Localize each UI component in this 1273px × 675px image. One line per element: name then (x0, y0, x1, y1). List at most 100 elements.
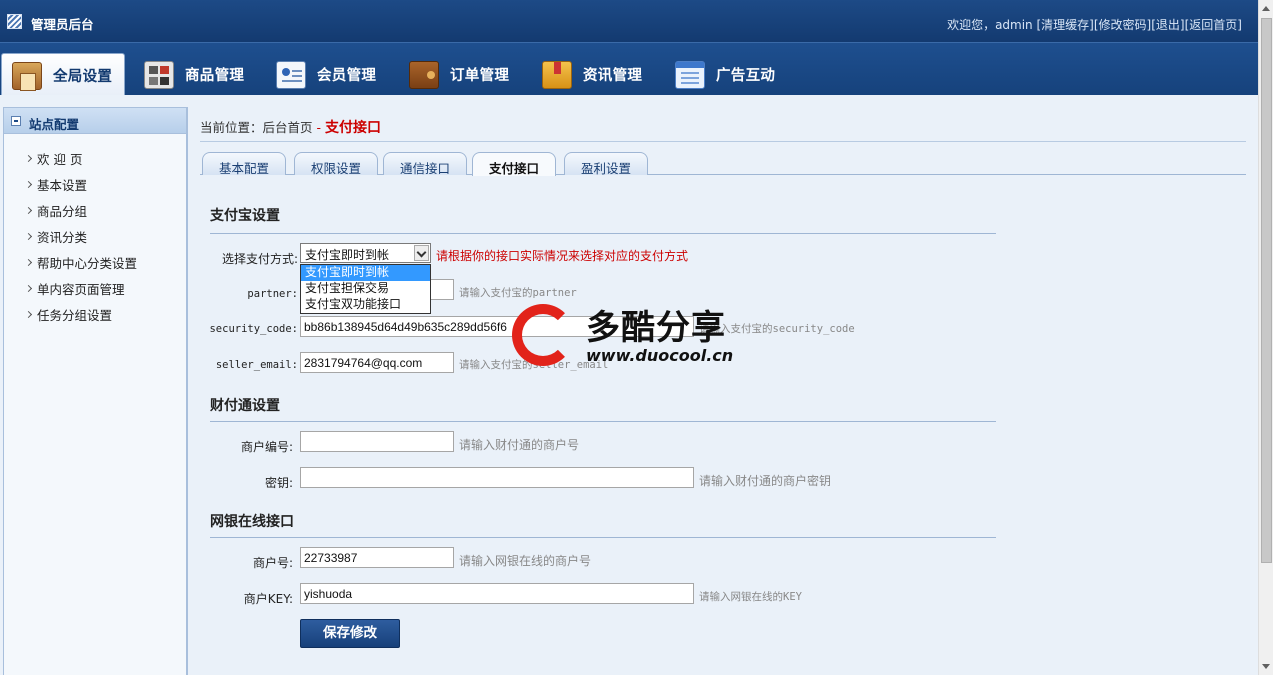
system-title: 管理员后台 (31, 17, 94, 32)
nav-ads[interactable]: 广告互动 (665, 53, 793, 96)
watermark: 多酷分享 www.duocool.cn (512, 300, 762, 370)
tenpay-merchant-input[interactable] (300, 431, 454, 452)
watermark-url: www.duocool.cn (586, 346, 734, 365)
scroll-up-icon[interactable] (1262, 6, 1270, 11)
chevron-down-icon[interactable] (414, 245, 429, 261)
welcome-text: 欢迎您，admin (947, 18, 1033, 32)
alipay-section-header: 支付宝设置 (210, 205, 996, 234)
tenpay-section-header: 财付通设置 (210, 395, 996, 422)
sidebar-item-welcome[interactable]: 欢 迎 页 (24, 152, 186, 178)
chevron-right-icon (24, 310, 33, 319)
chinabank-key-label: 商户KEY: (243, 592, 293, 606)
nav-global-settings[interactable]: 全局设置 (1, 53, 125, 97)
goods-grid-icon (144, 60, 174, 89)
pay-method-select[interactable]: 支付宝即时到帐 (300, 243, 431, 263)
top-bar: 管理员后台 欢迎您，admin [清理缓存][修改密码][退出][返回首页] (0, 0, 1258, 42)
sidebar: 站点配置 欢 迎 页 基本设置 商品分组 资讯分类 帮助中心分类设置 单内容页面… (3, 107, 187, 675)
scroll-thumb[interactable] (1261, 18, 1272, 563)
security-code-label: security_code: (209, 323, 298, 335)
sidebar-item-label: 任务分组设置 (37, 308, 113, 323)
breadcrumb-divider (200, 141, 1246, 142)
sidebar-item-label: 欢 迎 页 (37, 152, 83, 167)
tab-profit[interactable]: 盈利设置 (564, 152, 648, 176)
collapse-minus-icon[interactable] (11, 116, 21, 126)
chevron-right-icon (24, 206, 33, 215)
breadcrumb-prefix: 当前位置： (200, 120, 263, 135)
tab-payment[interactable]: 支付接口 (472, 152, 556, 176)
sidebar-list: 欢 迎 页 基本设置 商品分组 资讯分类 帮助中心分类设置 单内容页面管理 任务… (4, 134, 186, 334)
nav-orders[interactable]: 订单管理 (399, 53, 527, 96)
news-bookmark-icon (542, 60, 572, 89)
chinabank-key-hint: 请输入网银在线的KEY (699, 591, 802, 603)
sidebar-item-task-groups[interactable]: 任务分组设置 (24, 308, 186, 334)
pay-method-dropdown: 支付宝即时到帐 支付宝担保交易 支付宝双功能接口 (300, 264, 431, 314)
sidebar-item-label: 商品分组 (37, 204, 88, 219)
chevron-right-icon (24, 154, 33, 163)
wallet-icon (409, 60, 439, 89)
home-settings-icon (12, 61, 42, 91)
tenpay-key-label: 密钥: (264, 476, 293, 490)
nav-label: 资讯管理 (583, 68, 643, 84)
ad-window-icon (675, 60, 705, 89)
chinabank-merchant-hint: 请输入网银在线的商户号 (459, 554, 592, 568)
sidebar-item-basic-settings[interactable]: 基本设置 (24, 178, 186, 204)
nav-label: 广告互动 (716, 68, 776, 84)
chinabank-merchant-label: 商户号: (252, 556, 293, 570)
nav-label: 商品管理 (185, 68, 245, 84)
nav-goods[interactable]: 商品管理 (134, 53, 262, 96)
breadcrumb-home[interactable]: 后台首页 (263, 120, 313, 135)
chinabank-merchant-input[interactable] (300, 547, 454, 568)
tenpay-key-input[interactable] (300, 467, 694, 488)
tab-permissions[interactable]: 权限设置 (294, 152, 378, 176)
sidebar-item-news-categories[interactable]: 资讯分类 (24, 230, 186, 256)
chevron-right-icon (24, 258, 33, 267)
breadcrumb-current: 支付接口 (325, 120, 382, 136)
change-password-link[interactable]: [修改密码] (1094, 18, 1151, 32)
tenpay-merchant-hint: 请输入财付通的商户号 (459, 438, 580, 452)
partner-label: partner: (247, 288, 298, 300)
sidebar-item-label: 基本设置 (37, 178, 88, 193)
alipay-section-title: 支付宝设置 (210, 208, 280, 224)
sidebar-header[interactable]: 站点配置 (4, 108, 186, 134)
page-scrollbar[interactable] (1258, 0, 1273, 675)
sidebar-item-goods-groups[interactable]: 商品分组 (24, 204, 186, 230)
seller-email-input[interactable] (300, 352, 454, 373)
back-home-link[interactable]: [返回首页] (1185, 18, 1242, 32)
page-body: 站点配置 欢 迎 页 基本设置 商品分组 资讯分类 帮助中心分类设置 单内容页面… (0, 95, 1258, 675)
admin-logo-icon (7, 14, 22, 29)
breadcrumb: 当前位置：后台首页 - 支付接口 (200, 117, 381, 137)
member-card-icon (276, 60, 306, 89)
nav-label: 全局设置 (53, 69, 113, 85)
pay-method-label: 选择支付方式: (221, 252, 298, 266)
pay-method-option[interactable]: 支付宝担保交易 (301, 281, 430, 297)
sidebar-item-label: 资讯分类 (37, 230, 88, 245)
tenpay-section-title: 财付通设置 (210, 398, 280, 414)
tenpay-key-hint: 请输入财付通的商户密钥 (699, 474, 832, 488)
tab-communication[interactable]: 通信接口 (383, 152, 467, 176)
save-button[interactable]: 保存修改 (300, 619, 400, 648)
chinabank-key-input[interactable] (300, 583, 694, 604)
main-nav: 全局设置 商品管理 会员管理 订单管理 资讯管理 广告互动 (0, 42, 1258, 97)
chinabank-section-title: 网银在线接口 (210, 514, 294, 530)
main-content: 当前位置：后台首页 - 支付接口 基本配置 权限设置 通信接口 支付接口 盈利设置 … (187, 107, 1258, 675)
sidebar-item-single-pages[interactable]: 单内容页面管理 (24, 282, 186, 308)
tenpay-merchant-label: 商户编号: (240, 440, 293, 454)
logout-link[interactable]: [退出] (1151, 18, 1184, 32)
scroll-down-icon[interactable] (1262, 664, 1270, 669)
chevron-right-icon (24, 232, 33, 241)
pay-method-hint: 请根据你的接口实际情况来选择对应的支付方式 (436, 249, 689, 263)
pay-method-option[interactable]: 支付宝即时到帐 (301, 265, 430, 281)
sidebar-item-label: 单内容页面管理 (37, 282, 125, 297)
watermark-logo-icon (512, 304, 574, 366)
nav-members[interactable]: 会员管理 (266, 53, 394, 96)
chinabank-section-header: 网银在线接口 (210, 511, 996, 538)
nav-label: 会员管理 (317, 68, 377, 84)
watermark-name: 多酷分享 (586, 308, 726, 348)
nav-news[interactable]: 资讯管理 (532, 53, 660, 96)
sidebar-item-help-categories[interactable]: 帮助中心分类设置 (24, 256, 186, 282)
tab-basic-config[interactable]: 基本配置 (202, 152, 286, 176)
pay-method-option[interactable]: 支付宝双功能接口 (301, 297, 430, 313)
partner-hint: 请输入支付宝的partner (459, 287, 577, 299)
clear-cache-link[interactable]: [清理缓存] (1037, 18, 1094, 32)
seller-email-label: seller_email: (215, 359, 298, 371)
